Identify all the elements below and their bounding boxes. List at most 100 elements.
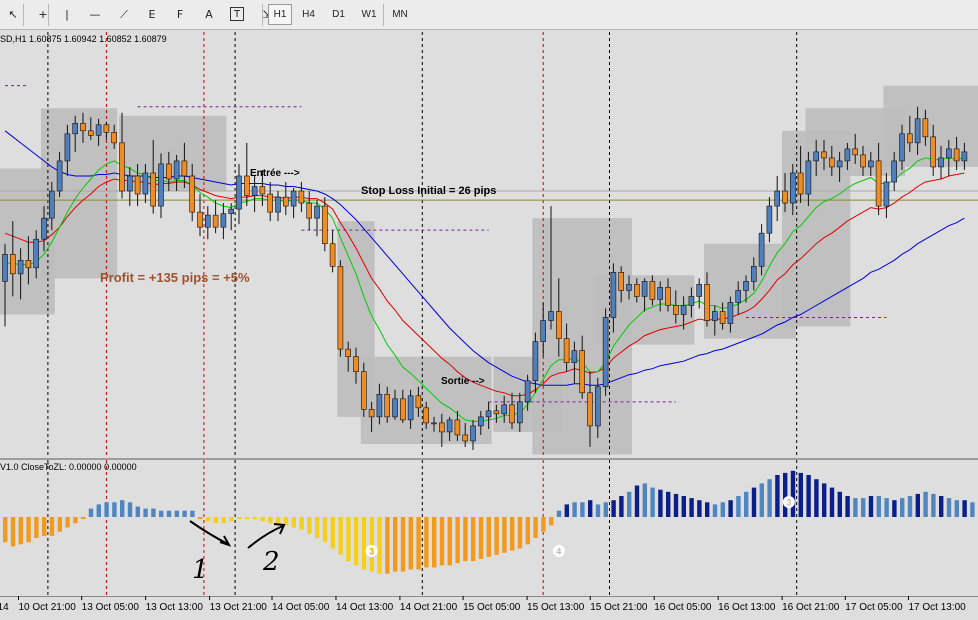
chart-canvas[interactable]: SD,H1 1.60875 1.60942 1.60852 1.60879 Sto… xyxy=(0,30,978,620)
stop-loss-label: Stop Loss Initial = 26 pips xyxy=(361,185,496,197)
histogram-bar xyxy=(73,517,78,524)
histogram-bar xyxy=(338,517,343,555)
toolbar-separator xyxy=(383,4,384,26)
histogram-bar xyxy=(260,517,265,522)
histogram-bar xyxy=(135,506,140,517)
histogram-bar xyxy=(627,491,632,517)
annotation-label-1: 1 xyxy=(192,555,209,585)
histogram-bar xyxy=(439,517,445,566)
candle-body xyxy=(899,133,905,162)
vertical-line-tool[interactable]: | xyxy=(56,4,78,25)
histogram-bar xyxy=(307,517,312,534)
candle-body xyxy=(805,160,812,195)
fibonacci-fan-tool[interactable]: F xyxy=(169,4,191,25)
histogram-bar xyxy=(88,508,94,517)
candle-body xyxy=(72,122,78,135)
candle-body xyxy=(813,151,820,162)
trendline-tool[interactable]: ⟋ xyxy=(113,4,135,25)
histogram-bar xyxy=(697,500,702,517)
pane-divider xyxy=(0,458,978,460)
candle-body xyxy=(501,404,508,415)
histogram-bar xyxy=(463,517,468,562)
histogram-bar xyxy=(939,496,944,517)
time-axis-label: 16 Oct 21:00 xyxy=(782,602,840,613)
candle-body xyxy=(579,350,586,394)
histogram-bar xyxy=(268,517,273,524)
text-label-tool[interactable]: T xyxy=(230,7,244,21)
circle-marker-label: 3 xyxy=(786,498,791,508)
timeframe-h4-button[interactable]: H4 xyxy=(295,4,322,25)
crosshair-tool[interactable]: + xyxy=(32,4,54,25)
candle-body xyxy=(173,160,180,180)
histogram-bar xyxy=(541,517,546,532)
histogram-bar xyxy=(900,498,905,517)
timeframe-d1-button[interactable]: D1 xyxy=(326,4,351,25)
candle-body xyxy=(10,253,16,275)
histogram-bar xyxy=(143,508,148,517)
time-axis-label: 16 Oct 13:00 xyxy=(718,602,776,613)
candle-body xyxy=(337,266,344,350)
histogram-bar xyxy=(798,472,803,517)
timeframe-mn-button[interactable]: MN xyxy=(389,4,411,25)
fibonacci-tool[interactable]: E xyxy=(141,4,163,25)
timeframe-h1-button[interactable]: H1 xyxy=(268,4,292,25)
exit-label: Sortie --> xyxy=(441,376,485,387)
candle-body xyxy=(33,238,40,269)
histogram-bar xyxy=(861,498,866,517)
histogram-bar xyxy=(650,487,655,517)
histogram-bar xyxy=(775,475,780,517)
time-axis-label: 16 Oct 05:00 xyxy=(654,602,712,613)
candle-body xyxy=(821,151,827,159)
histogram-bar xyxy=(853,498,858,517)
time-axis-label: 17 Oct 13:00 xyxy=(908,602,966,613)
candle-body xyxy=(524,380,531,403)
candle-body xyxy=(750,266,757,282)
histogram-bar xyxy=(432,517,437,568)
candle-body xyxy=(321,205,328,245)
timeframe-w1-button[interactable]: W1 xyxy=(355,4,383,25)
candle-body xyxy=(376,393,383,418)
histogram-bar xyxy=(837,491,842,517)
histogram-bar xyxy=(744,491,749,517)
histogram-bar xyxy=(728,500,733,517)
candle-body xyxy=(236,175,242,210)
histogram-bar xyxy=(424,517,429,568)
candle-body xyxy=(407,395,414,421)
histogram-bar xyxy=(447,517,452,566)
candle-body xyxy=(696,284,703,297)
histogram-bar xyxy=(611,500,616,517)
histogram-bar xyxy=(556,510,562,517)
horizontal-line-tool[interactable]: — xyxy=(84,4,106,25)
histogram-bar xyxy=(354,517,359,566)
candle-body xyxy=(127,175,133,192)
circle-marker-label: 3 xyxy=(369,547,374,557)
candle-body xyxy=(48,190,55,219)
candle-body xyxy=(220,213,227,228)
candle-body xyxy=(555,311,562,339)
histogram-bar xyxy=(572,502,577,517)
histogram-bar xyxy=(767,479,772,517)
histogram-bar xyxy=(10,517,16,547)
candle-body xyxy=(64,133,71,162)
candle-body xyxy=(41,217,47,240)
candle-body xyxy=(150,172,156,207)
candle-body xyxy=(181,160,188,177)
histogram-bar xyxy=(954,500,959,517)
cursor-tool[interactable]: ↖ xyxy=(2,4,24,25)
histogram-bar xyxy=(205,517,211,522)
candle-body xyxy=(111,132,117,144)
histogram-bar xyxy=(666,491,671,517)
candle-body xyxy=(306,202,313,219)
histogram-bar xyxy=(588,500,593,517)
histogram-bar xyxy=(845,496,850,517)
histogram-bar xyxy=(814,479,819,517)
annotation-label-2: 2 xyxy=(262,547,280,577)
histogram-bar xyxy=(151,508,156,517)
candle-body xyxy=(735,290,742,303)
text-tool[interactable]: A xyxy=(198,4,220,25)
chart-area[interactable]: SD,H1 1.60875 1.60942 1.60852 1.60879 Sto… xyxy=(0,30,978,620)
histogram-bar xyxy=(315,517,320,538)
histogram-bar xyxy=(49,517,55,536)
histogram-bar xyxy=(57,517,62,532)
candle-body xyxy=(282,196,289,207)
